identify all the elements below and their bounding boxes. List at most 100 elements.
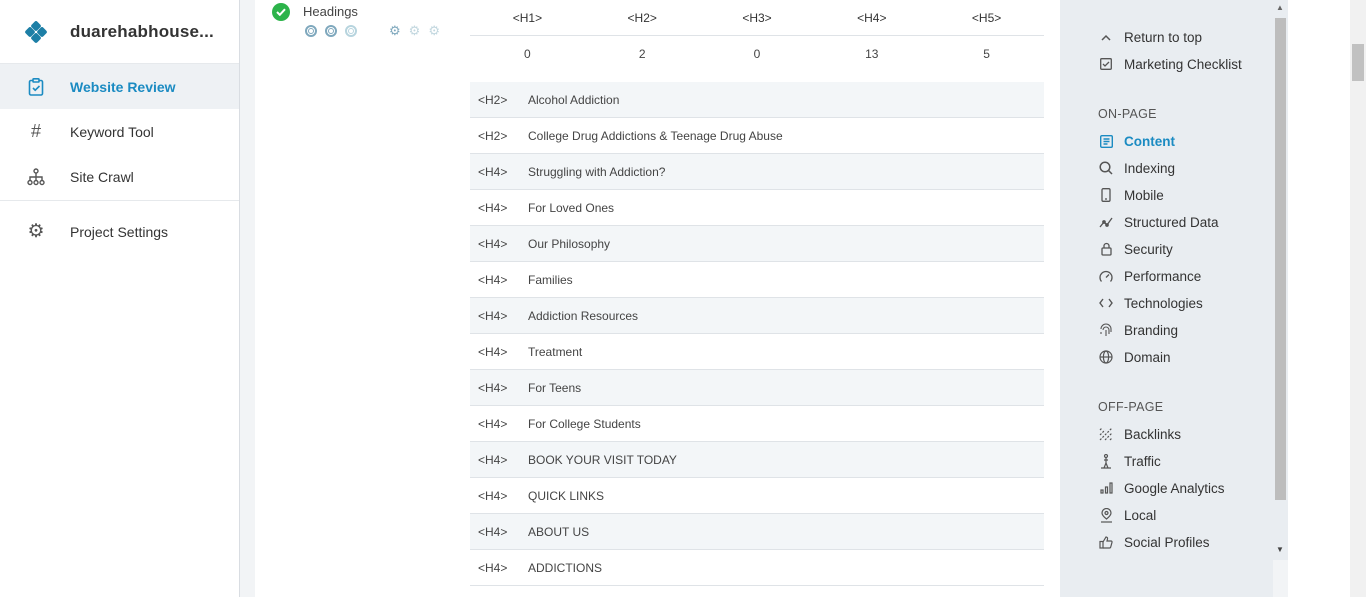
nav-google-analytics[interactable]: Google Analytics	[1098, 478, 1225, 498]
heading-text: Addiction Resources	[528, 308, 639, 323]
table-row: <H4> Treatment	[470, 334, 1044, 370]
nav-social-profiles[interactable]: Social Profiles	[1098, 532, 1210, 552]
nav-backlinks[interactable]: Backlinks	[1098, 424, 1181, 444]
column-header: <H5>	[971, 10, 1002, 25]
heading-tag: <H4>	[478, 200, 508, 215]
heading-tag: <H4>	[478, 272, 508, 287]
sidebar-item-project-settings[interactable]: ⚙ Project Settings	[0, 209, 239, 254]
nav-performance[interactable]: Performance	[1098, 266, 1201, 286]
sidebar-item-label: Project Settings	[70, 223, 169, 240]
nav-marketing-checklist[interactable]: Marketing Checklist	[1098, 54, 1242, 74]
map-pin-icon	[1098, 507, 1114, 523]
nav-return-to-top[interactable]: Return to top	[1098, 27, 1202, 47]
nav-label: Backlinks	[1124, 426, 1182, 442]
target-icon	[345, 25, 357, 37]
heading-tag: <H2>	[478, 128, 508, 143]
column-header: <H3>	[742, 10, 772, 25]
code-icon	[1098, 298, 1114, 308]
gear-icon: ⚙	[27, 221, 45, 242]
nav-structured-data[interactable]: Structured Data	[1098, 212, 1219, 232]
checkbox-icon	[1098, 58, 1114, 70]
nav-label: Security	[1124, 241, 1173, 257]
page-gutter	[1288, 0, 1350, 597]
heading-tag: <H2>	[478, 92, 508, 107]
gear-icon: ⚙	[428, 23, 440, 38]
headings-list: <H2> Alcohol Addiction <H2> College Drug A…	[470, 82, 1044, 586]
table-row: <H4> For Teens	[470, 370, 1044, 406]
bar-chart-icon	[1098, 482, 1114, 494]
sidebar-item-label: Keyword Tool	[70, 123, 154, 140]
nav-content[interactable]: Content	[1098, 131, 1175, 151]
gear-icon: ⚙	[389, 23, 401, 38]
column-header: <H1>	[512, 10, 543, 25]
count-value: 5	[983, 47, 990, 61]
onpage-heading: ON-PAGE	[1098, 107, 1157, 121]
nav-traffic[interactable]: Traffic	[1098, 451, 1161, 471]
nav-technologies[interactable]: Technologies	[1098, 293, 1203, 313]
hash-icon: #	[30, 121, 41, 141]
sidebar-item-website-review[interactable]: Website Review	[0, 64, 239, 109]
table-row: <H4> BOOK YOUR VISIT TODAY	[470, 442, 1044, 478]
lock-icon	[1098, 242, 1114, 256]
sidebar-item-site-crawl[interactable]: Site Crawl	[0, 154, 239, 199]
heading-text: ABOUT US	[528, 524, 590, 539]
backlinks-icon	[1098, 427, 1114, 441]
heading-tag: <H4>	[478, 524, 508, 539]
heading-text: Families	[528, 272, 573, 287]
nav-local[interactable]: Local	[1098, 505, 1156, 525]
mobile-icon	[1098, 188, 1114, 202]
heading-tag: <H4>	[478, 308, 508, 323]
heading-tag: <H4>	[478, 452, 508, 467]
table-row: <H4> Families	[470, 262, 1044, 298]
chevron-up-icon	[1098, 34, 1114, 41]
project-name: duarehabhouse...	[70, 21, 214, 41]
nav-branding[interactable]: Branding	[1098, 320, 1178, 340]
heading-text: For Teens	[528, 380, 582, 395]
score-indicators: ⚙ ⚙ ⚙	[305, 23, 440, 38]
nav-scrollbar[interactable]: ▲ ▼	[1273, 0, 1288, 560]
project-brand[interactable]: duarehabhouse...	[0, 0, 239, 64]
nav-label: Performance	[1124, 268, 1202, 284]
thumbs-up-icon	[1098, 535, 1114, 549]
scroll-down-arrow-icon[interactable]: ▼	[1276, 545, 1284, 554]
section-title: Headings	[303, 4, 358, 19]
table-row: <H4> Addiction Resources	[470, 298, 1044, 334]
scrollbar-thumb[interactable]	[1275, 18, 1286, 500]
page-scrollbar[interactable]	[1350, 0, 1366, 597]
sidebar-item-keyword-tool[interactable]: # Keyword Tool	[0, 109, 239, 154]
heading-tag: <H4>	[478, 164, 508, 179]
nav-domain[interactable]: Domain	[1098, 347, 1171, 367]
graph-icon	[1098, 216, 1114, 228]
heading-text: Our Philosophy	[528, 236, 611, 251]
nav-security[interactable]: Security	[1098, 239, 1173, 259]
main-content: Headings ⚙ ⚙ ⚙ <H1> <H2> <H3> <H4> <H5> …	[255, 0, 1060, 597]
column-header: <H2>	[627, 10, 657, 25]
nav-mobile[interactable]: Mobile	[1098, 185, 1164, 205]
table-row: <H4> Struggling with Addiction?	[470, 154, 1044, 190]
target-icon	[305, 25, 317, 37]
count-value: 2	[638, 47, 646, 61]
sidebar: duarehabhouse... Website Review # Keywor…	[0, 0, 240, 597]
globe-icon	[1098, 350, 1114, 364]
nav-label: Marketing Checklist	[1124, 56, 1242, 72]
fingerprint-icon	[1098, 323, 1114, 337]
nav-label: Mobile	[1124, 187, 1164, 203]
target-icon	[325, 25, 337, 37]
table-row: <H2> Alcohol Addiction	[470, 82, 1044, 118]
nav-label: Indexing	[1124, 160, 1176, 176]
check-circle-icon	[272, 3, 290, 21]
nav-label: Traffic	[1124, 453, 1161, 469]
table-row: <H4> QUICK LINKS	[470, 478, 1044, 514]
heading-text: QUICK LINKS	[528, 488, 605, 503]
scroll-up-arrow-icon[interactable]: ▲	[1276, 3, 1284, 12]
table-header: <H1> <H2> <H3> <H4> <H5>	[470, 0, 1044, 36]
column-header: <H4>	[857, 10, 887, 25]
nav-label: Structured Data	[1124, 214, 1219, 230]
nav-indexing[interactable]: Indexing	[1098, 158, 1175, 178]
nav-label: Content	[1124, 133, 1175, 149]
scrollbar-thumb[interactable]	[1352, 44, 1364, 81]
count-value: 13	[865, 47, 879, 61]
section-navigation: Return to top Marketing Checklist ON-PAG…	[1060, 0, 1273, 597]
table-row: 0 2 0 13 5	[470, 36, 1044, 72]
nav-label: Technologies	[1124, 295, 1203, 311]
